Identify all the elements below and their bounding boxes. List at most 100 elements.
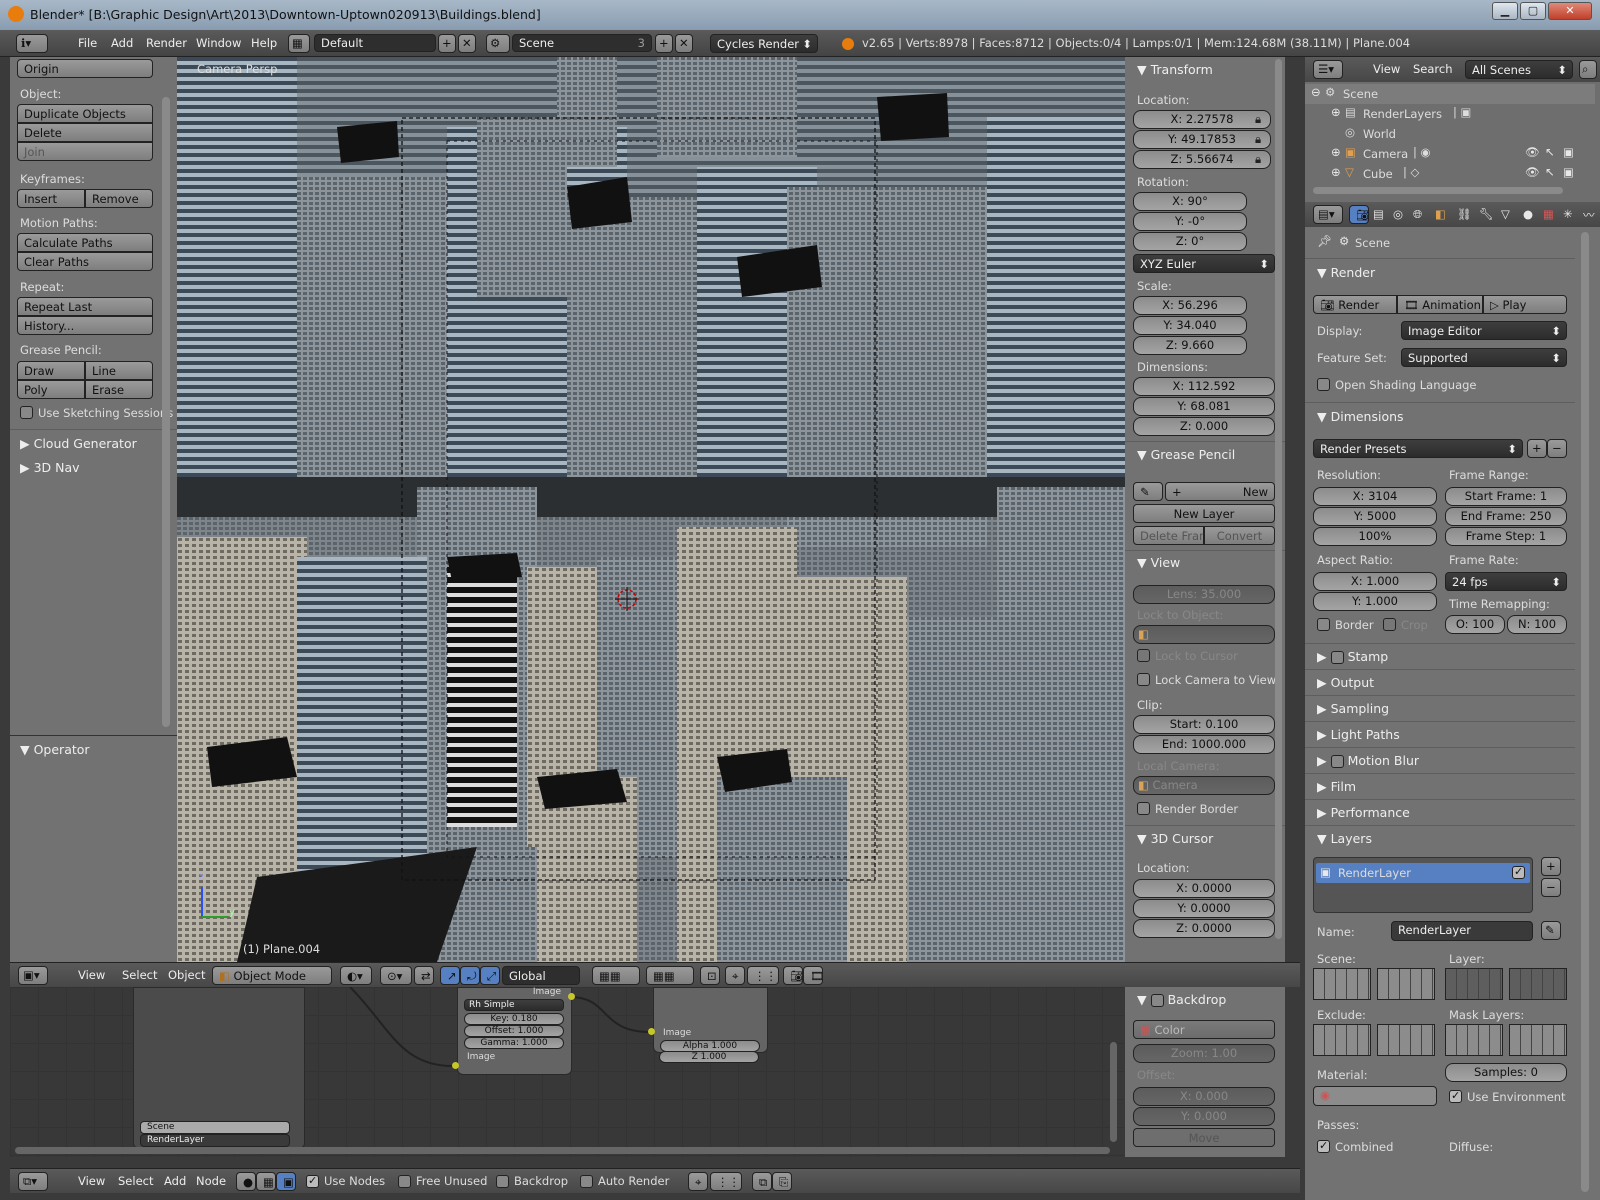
manipulator-toggle[interactable]: ⇄ xyxy=(414,966,434,985)
tab-world-icon[interactable]: 🌐︎ xyxy=(1413,207,1422,222)
render-layer-list[interactable]: ▣ RenderLayer xyxy=(1313,857,1533,913)
render-border-checkbox[interactable] xyxy=(1137,802,1150,815)
render-opengl-button[interactable]: 📷︎ xyxy=(783,966,803,985)
rgb-curves-node[interactable]: Image Rh Simple Key: 0.180 Offset: 1.000… xyxy=(457,987,572,1075)
start-frame-field[interactable]: Start Frame: 1 xyxy=(1445,487,1567,506)
lock-to-cursor-checkbox[interactable] xyxy=(1137,649,1150,662)
lens-field[interactable]: Lens: 35.000 xyxy=(1133,585,1275,604)
panel-stamp[interactable]: ▶ Stamp xyxy=(1317,649,1388,664)
backdrop-enable-checkbox[interactable] xyxy=(1150,994,1164,1007)
scale-x-field[interactable]: X: 56.296 xyxy=(1133,296,1247,315)
delete-button[interactable]: Delete xyxy=(17,123,153,142)
properties-scrollbar[interactable] xyxy=(1581,232,1589,1192)
preset-add-button[interactable]: + xyxy=(1527,439,1547,458)
tab-data-icon[interactable]: ▽ xyxy=(1501,207,1510,221)
scene-layers-grid-2[interactable] xyxy=(1377,968,1435,1000)
exclude-layers-grid[interactable] xyxy=(1313,1024,1371,1056)
duplicate-objects-button[interactable]: Duplicate Objects xyxy=(17,104,153,123)
render-presets-select[interactable]: Render Presets ⬍ xyxy=(1313,439,1523,458)
mask-layers-grid-2[interactable] xyxy=(1509,1024,1567,1056)
panel-backdrop[interactable]: ▼ Backdrop xyxy=(1137,992,1226,1007)
outliner-row-renderlayers[interactable]: ⊕ ▤ RenderLayers | ▣ xyxy=(1305,104,1595,124)
node2-z-field[interactable]: Z 1.000 xyxy=(659,1051,759,1063)
gp-erase-button[interactable]: Erase xyxy=(85,380,153,399)
use-nodes-checkbox[interactable] xyxy=(306,1175,319,1188)
outliner-hscrollbar[interactable] xyxy=(1313,187,1563,194)
clip-end-field[interactable]: End: 1000.000 xyxy=(1133,735,1275,754)
lock-icon[interactable]: 🔒︎ xyxy=(1255,132,1261,147)
translate-manipulator[interactable]: ↗ xyxy=(440,966,460,985)
node1-offset-field[interactable]: Offset: 1.000 xyxy=(464,1025,564,1037)
snap-element-button[interactable]: ⋮⋮ xyxy=(710,1172,742,1191)
node-editor[interactable]: Scene RenderLayer Image Rh Simple Key: 0… xyxy=(10,987,1125,1157)
remap-new-field[interactable]: N: 100 xyxy=(1507,615,1567,634)
history-button[interactable]: History... xyxy=(17,316,153,335)
backdrop-channel-select[interactable]: ▦ Color xyxy=(1133,1020,1275,1039)
tab-object-icon[interactable]: ◧ xyxy=(1435,207,1446,221)
border-checkbox[interactable] xyxy=(1317,618,1330,631)
backdrop-y-field[interactable]: Y: 0.000 xyxy=(1133,1107,1275,1126)
resolution-y-field[interactable]: Y: 5000 xyxy=(1313,507,1437,526)
menu-file[interactable]: File xyxy=(78,36,97,50)
compositing-nodes-icon[interactable]: ▦ xyxy=(256,1172,276,1191)
close-button[interactable]: ✕ xyxy=(1548,2,1592,20)
npanel-scrollbar[interactable] xyxy=(1275,59,1282,939)
layer-layers-grid[interactable] xyxy=(1445,968,1503,1000)
menu-render[interactable]: Render xyxy=(146,36,187,50)
pencil-icon[interactable]: ✎ xyxy=(1133,482,1163,501)
remove-keyframe-button[interactable]: Remove xyxy=(85,189,153,208)
node-menu-node[interactable]: Node xyxy=(196,1174,226,1188)
clear-paths-button[interactable]: Clear Paths xyxy=(17,252,153,271)
gp-new-layer-button[interactable]: New Layer xyxy=(1133,504,1275,523)
local-camera-field[interactable]: ◧ Camera xyxy=(1133,776,1275,795)
scene-remove-button[interactable]: ✕ xyxy=(675,34,693,53)
panel-sampling[interactable]: ▶ Sampling xyxy=(1317,701,1389,716)
end-frame-field[interactable]: End Frame: 250 xyxy=(1445,507,1567,526)
dimension-y-field[interactable]: Y: 68.081 xyxy=(1133,397,1275,416)
use-sketching-checkbox[interactable] xyxy=(20,406,33,419)
outliner-menu-view[interactable]: View xyxy=(1373,62,1400,76)
origin-button[interactable]: Origin xyxy=(17,59,153,78)
resolution-percent-field[interactable]: 100% xyxy=(1313,527,1437,546)
node-editor-hscrollbar[interactable] xyxy=(15,1147,1110,1154)
texture-nodes-icon[interactable]: ▣ xyxy=(276,1172,296,1191)
lock-layers-icon[interactable]: ⊡ xyxy=(700,966,720,985)
scene-icon[interactable]: ⚙ xyxy=(486,34,510,53)
cursor-arrow-icon[interactable]: ↖ xyxy=(1545,145,1555,159)
minimize-button[interactable]: ▁ xyxy=(1492,2,1518,20)
join-button[interactable]: Join xyxy=(17,142,153,161)
panel-film[interactable]: ▶ Film xyxy=(1317,779,1356,794)
cursor-y-field[interactable]: Y: 0.0000 xyxy=(1133,899,1275,918)
outliner-search-icon[interactable]: ⌕ xyxy=(1579,60,1597,79)
frame-step-field[interactable]: Frame Step: 1 xyxy=(1445,527,1567,546)
tab-physics-icon[interactable]: 〰 xyxy=(1583,207,1595,223)
screen-layout-field[interactable]: Default xyxy=(314,34,436,52)
layout-add-button[interactable]: + xyxy=(438,34,456,53)
node1-key-field[interactable]: Key: 0.180 xyxy=(464,1013,564,1025)
gp-new-button[interactable]: + New xyxy=(1165,482,1275,501)
socket-dot[interactable] xyxy=(568,993,575,1000)
render-opengl-anim-button[interactable]: 🎞︎ xyxy=(803,966,823,985)
cursor-arrow-icon[interactable]: ↖ xyxy=(1545,165,1555,179)
panel-3d-cursor[interactable]: ▼ 3D Cursor xyxy=(1137,831,1213,846)
menu-add[interactable]: Add xyxy=(111,36,133,50)
tab-render-icon[interactable]: 📷︎ xyxy=(1349,205,1369,224)
panel-view[interactable]: ▼ View xyxy=(1137,555,1180,570)
scale-y-field[interactable]: Y: 34.040 xyxy=(1133,316,1247,335)
backdrop-x-field[interactable]: X: 0.000 xyxy=(1133,1087,1275,1106)
remap-old-field[interactable]: O: 100 xyxy=(1445,615,1505,634)
tab-material-icon[interactable]: ● xyxy=(1523,207,1533,221)
outliner-row-scene[interactable]: ⊖ ⚙ Scene xyxy=(1305,84,1595,104)
rotation-x-field[interactable]: X: 90° xyxy=(1133,192,1247,211)
scale-z-field[interactable]: Z: 9.660 xyxy=(1133,336,1247,355)
osl-checkbox[interactable] xyxy=(1317,378,1330,391)
menu-help[interactable]: Help xyxy=(251,36,277,50)
tab-layers-icon[interactable]: ▤ xyxy=(1373,207,1384,221)
toolshelf-scrollbar[interactable] xyxy=(162,97,170,727)
snap-toggle[interactable]: ⌖ xyxy=(725,966,745,985)
panel-3d-nav[interactable]: ▶ 3D Nav xyxy=(20,460,80,475)
rotation-mode-select[interactable]: XYZ Euler ⬍ xyxy=(1133,254,1275,273)
view3d-menu-select[interactable]: Select xyxy=(122,968,157,982)
lock-icon[interactable]: 🔒︎ xyxy=(1255,112,1261,127)
panel-cloud-generator[interactable]: ▶ Cloud Generator xyxy=(20,436,137,451)
